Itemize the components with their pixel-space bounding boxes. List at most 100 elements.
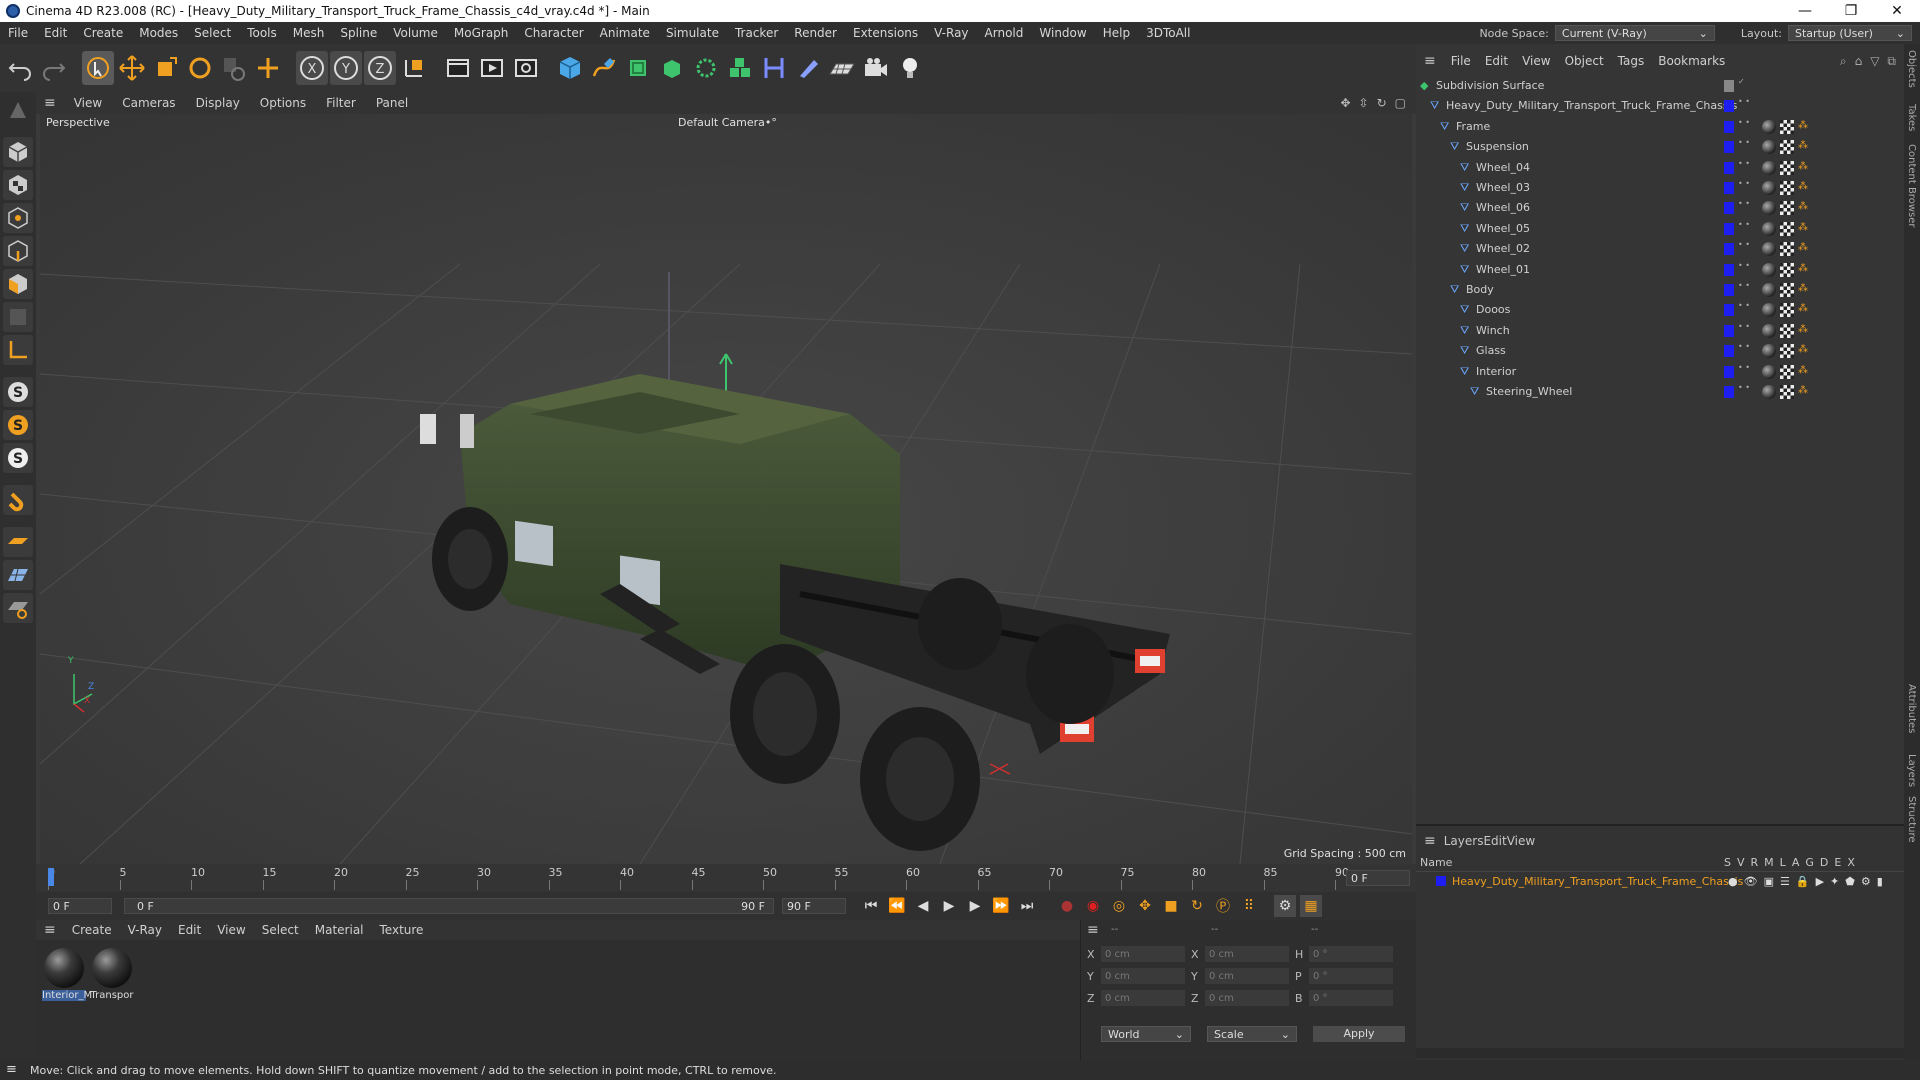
menu-3dtoall[interactable]: 3DToAll — [1138, 26, 1198, 40]
next-frame-button[interactable]: ▶ — [964, 895, 986, 917]
autokey-icon[interactable]: ◎ — [1108, 895, 1130, 917]
menu-file[interactable]: File — [0, 26, 36, 40]
material-tag-icon[interactable] — [1762, 160, 1776, 175]
object-row[interactable]: ⛛ Body • • ⁂ — [1416, 280, 1904, 300]
object-menu-edit[interactable]: Edit — [1478, 54, 1515, 68]
edge-mode-icon[interactable] — [3, 236, 33, 266]
material-swatch[interactable]: Transpor — [90, 948, 134, 1001]
viewport-menu-panel[interactable]: Panel — [366, 96, 418, 110]
vray-tag-icon[interactable]: ⁂ — [1798, 324, 1808, 336]
layer-animation-icon[interactable]: ▶ — [1816, 875, 1824, 888]
visibility-dots-icon[interactable]: • • — [1738, 200, 1750, 208]
tab-objects[interactable]: Objects — [1906, 50, 1917, 88]
coord-value-field[interactable]: 0 cm — [1205, 946, 1289, 962]
viewport-menu-view[interactable]: View — [64, 96, 112, 110]
object-row[interactable]: ⛛ Frame • • ⁂ — [1416, 117, 1904, 137]
layer-color-swatch[interactable] — [1724, 80, 1734, 92]
visibility-dots-icon[interactable]: • • — [1738, 220, 1750, 228]
viewport-menu-display[interactable]: Display — [186, 96, 250, 110]
vray-tag-icon[interactable]: ⁂ — [1798, 385, 1808, 397]
layer-column-header[interactable]: X — [1847, 856, 1855, 869]
texture-mode-icon[interactable] — [3, 170, 33, 200]
layer-lock-icon[interactable]: 🔒 — [1796, 875, 1810, 888]
object-row[interactable]: ⛛ Wheel_01 • • ⁂ — [1416, 260, 1904, 280]
vray-tag-icon[interactable]: ⁂ — [1798, 242, 1808, 254]
object-menu-tags[interactable]: Tags — [1611, 54, 1652, 68]
layer-render-icon[interactable]: ▣ — [1764, 875, 1774, 888]
object-name[interactable]: Wheel_04 — [1476, 161, 1530, 174]
menu-character[interactable]: Character — [516, 26, 591, 40]
zoom-view-icon[interactable]: ⇳ — [1359, 96, 1369, 110]
layer-column-header[interactable]: L — [1780, 856, 1786, 869]
visibility-dots-icon[interactable]: • • — [1738, 241, 1750, 249]
texture-tag-icon[interactable] — [1780, 364, 1794, 379]
object-row[interactable]: ⛛ Wheel_05 • • ⁂ — [1416, 219, 1904, 239]
undo-button[interactable] — [4, 51, 36, 85]
material-tag-icon[interactable] — [1762, 242, 1776, 257]
texture-tag-icon[interactable] — [1780, 303, 1794, 318]
object-name[interactable]: Wheel_02 — [1476, 242, 1530, 255]
vray-tag-icon[interactable]: ⁂ — [1798, 161, 1808, 173]
record-key-icon[interactable]: ◉ — [1082, 895, 1104, 917]
layer-color-swatch[interactable] — [1436, 876, 1446, 886]
object-row[interactable]: ⛛ Glass • • ⁂ — [1416, 341, 1904, 361]
layer-color-swatch[interactable] — [1724, 324, 1734, 337]
coordinate-system-icon[interactable] — [398, 51, 430, 85]
tab-takes[interactable]: Takes — [1906, 104, 1917, 131]
move-tool-icon[interactable] — [116, 51, 148, 85]
layer-color-swatch[interactable] — [1724, 386, 1734, 398]
minimize-button[interactable]: — — [1782, 3, 1828, 19]
hamburger-icon[interactable]: ≡ — [1416, 833, 1444, 849]
menu-v-ray[interactable]: V-Ray — [926, 26, 976, 40]
coord-value-field[interactable]: 0 cm — [1101, 968, 1185, 984]
current-frame-field[interactable]: 0 F — [1346, 870, 1410, 886]
frame-range-slider[interactable]: 0 F 90 F — [124, 898, 774, 914]
object-row[interactable]: ⛛ Wheel_06 • • ⁂ — [1416, 198, 1904, 218]
playhead[interactable] — [48, 868, 54, 886]
object-name[interactable]: Interior — [1476, 365, 1516, 378]
viewport-menu-filter[interactable]: Filter — [316, 96, 366, 110]
object-name[interactable]: Wheel_01 — [1476, 263, 1530, 276]
material-tag-icon[interactable] — [1762, 140, 1776, 155]
visibility-dots-icon[interactable]: • • — [1738, 98, 1750, 106]
cube-object-icon[interactable] — [554, 51, 586, 85]
menu-tools[interactable]: Tools — [239, 26, 285, 40]
layer-color-swatch[interactable] — [1724, 304, 1734, 317]
layer-visible-icon[interactable]: 👁 — [1744, 875, 1758, 888]
play-button[interactable]: ▶ — [938, 895, 960, 917]
polygon-mode-icon[interactable] — [3, 269, 33, 299]
visibility-dots-icon[interactable]: • • — [1738, 384, 1750, 392]
object-row[interactable]: ⛛ Interior • • ⁂ — [1416, 362, 1904, 382]
layer-column-header[interactable]: M — [1764, 856, 1774, 869]
size-mode-dropdown[interactable]: Scale ⌄ — [1207, 1026, 1297, 1042]
grid-workplane-icon[interactable] — [3, 560, 33, 590]
menu-modes[interactable]: Modes — [131, 26, 186, 40]
object-menu-file[interactable]: File — [1444, 54, 1478, 68]
x-axis-lock-icon[interactable]: X — [296, 51, 328, 85]
viewport-menu-options[interactable]: Options — [250, 96, 316, 110]
menu-edit[interactable]: Edit — [36, 26, 75, 40]
layer-expression-icon[interactable]: ⚙ — [1861, 875, 1871, 888]
object-name[interactable]: Steering_Wheel — [1486, 385, 1572, 398]
coord-value-field[interactable]: 0 ° — [1309, 946, 1393, 962]
start-frame-field[interactable]: 0 F — [48, 898, 112, 914]
model-mode-icon[interactable] — [3, 137, 33, 167]
layer-column-header[interactable]: G — [1805, 856, 1814, 869]
object-menu-object[interactable]: Object — [1558, 54, 1611, 68]
cloner-icon[interactable] — [690, 51, 722, 85]
tab-structure[interactable]: Structure — [1906, 796, 1917, 843]
object-name[interactable]: Glass — [1476, 344, 1506, 357]
coord-value-field[interactable]: 0 cm — [1101, 990, 1185, 1006]
layer-menu-edit[interactable]: Edit — [1483, 834, 1506, 848]
extrude-generator-icon[interactable] — [656, 51, 688, 85]
point-mode-icon[interactable] — [3, 203, 33, 233]
visibility-dots-icon[interactable]: • • — [1738, 302, 1750, 310]
vray-tag-icon[interactable]: ⁂ — [1798, 222, 1808, 234]
object-name[interactable]: Subdivision Surface — [1436, 79, 1544, 92]
rotate-view-icon[interactable]: ↻ — [1377, 96, 1387, 110]
layer-color-swatch[interactable] — [1724, 263, 1734, 276]
visibility-dots-icon[interactable]: • • — [1738, 139, 1750, 147]
texture-tag-icon[interactable] — [1780, 181, 1794, 195]
subdivision-generator-icon[interactable] — [622, 51, 654, 85]
render-view-icon[interactable] — [442, 51, 474, 85]
